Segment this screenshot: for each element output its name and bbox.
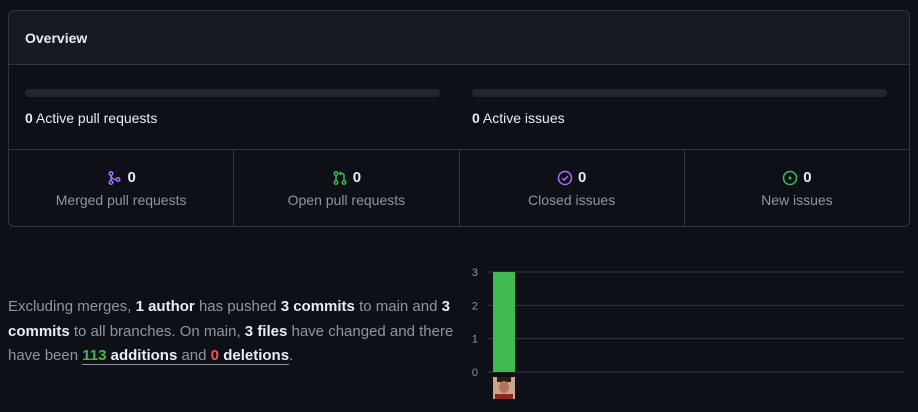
files-count: 3 [244,322,254,340]
commits-chart-svg: 0 1 2 3 [472,267,904,399]
y-tick-label: 3 [472,267,478,279]
active-issues-text: Active issues [482,110,565,126]
overview-header: Overview [9,11,909,65]
active-pull-requests[interactable]: 0 Active pull requests [25,89,440,126]
summary-end: . [289,347,294,364]
summary-pushed-text: has pushed [198,298,277,315]
open-pr-icon [333,170,347,185]
stat-closed-issues[interactable]: 0 Closed issues [460,150,685,226]
stat-new-issues[interactable]: 0 New issues [685,150,909,226]
additions-deletions-link[interactable]: 113 additions and 0 deletions [82,347,290,365]
commits-chart: 0 1 2 3 [466,260,910,407]
pull-requests-progress-bar [25,89,440,97]
summary-to-all-text: to all branches. On main, [73,322,241,340]
additions-count: 113 [82,347,107,364]
closed-issues-label: Closed issues [528,192,616,208]
deletions-word: deletions [223,347,290,364]
merged-pr-icon [108,170,122,185]
stat-open-pull-requests[interactable]: 0 Open pull requests [234,150,460,226]
overview-panel: Overview 0 Active pull requests 0 Active… [8,10,910,227]
commits-main-count: 3 commits [280,298,355,315]
merged-pull-requests-label: Merged pull requests [55,192,187,208]
open-pull-requests-label: Open pull requests [287,192,406,208]
new-issue-icon [782,170,798,185]
stat-merged-pull-requests[interactable]: 0 Merged pull requests [9,150,235,226]
files-word: files [257,322,288,340]
active-pull-requests-count: 0 [25,110,33,126]
new-issues-count: 0 [803,169,812,186]
stats-row: 0 Merged pull requests 0 Open pull reque… [9,150,909,226]
contributor-avatar[interactable] [493,377,515,399]
active-issues-label[interactable]: 0 Active issues [472,110,887,126]
active-pull-requests-text: Active pull requests [35,110,158,126]
issues-progress-bar [472,89,887,97]
open-pull-requests-count: 0 [352,169,362,186]
closed-issue-icon [557,170,573,185]
summary-and-text: and [181,347,207,364]
deletions-count: 0 [210,347,220,364]
merged-pull-requests-count: 0 [127,169,136,186]
summary-to-main-text: to main and [359,298,438,315]
closed-issues-count: 0 [577,169,587,186]
active-issues-count: 0 [472,110,480,126]
active-issues[interactable]: 0 Active issues [472,89,887,126]
active-pull-requests-label[interactable]: 0 Active pull requests [25,110,440,126]
y-tick-label: 1 [472,334,478,346]
new-issues-label: New issues [761,192,833,208]
contribution-summary: Excluding merges, 1 author has pushed 3 … [8,295,463,369]
additions-word: additions [110,347,178,364]
activity-bars: 0 Active pull requests 0 Active issues [9,65,909,150]
commit-bar[interactable] [493,272,515,372]
y-tick-label: 0 [472,367,478,379]
authors-count: 1 author [135,298,195,315]
summary-prefix: Excluding merges, [8,298,132,315]
overview-title: Overview [25,29,88,46]
y-tick-label: 2 [472,300,478,312]
